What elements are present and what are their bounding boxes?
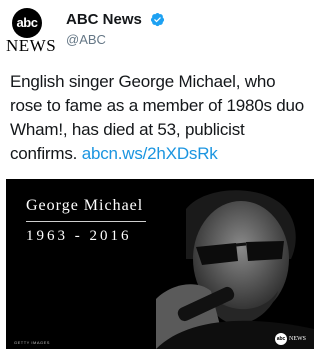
memorial-caption: George Michael 1963 - 2016: [26, 197, 146, 245]
photo-credit: GETTY IMAGES: [14, 340, 50, 345]
caption-divider: [26, 221, 146, 222]
caption-years: 1963 - 2016: [26, 228, 132, 244]
handle[interactable]: @ABC: [66, 32, 165, 47]
avatar-wordmark: NEWS: [6, 36, 57, 55]
avatar[interactable]: abc NEWS: [6, 8, 56, 55]
abc-logo-icon: abc: [12, 8, 42, 38]
verified-badge-icon: [151, 13, 165, 27]
display-name[interactable]: ABC News: [66, 11, 142, 28]
abc-news-watermark: abc NEWS: [275, 333, 306, 345]
account-names: ABC News @ABC: [66, 11, 165, 47]
tweet-text: English singer George Michael, who rose …: [10, 70, 310, 166]
tweet-header: abc NEWS ABC News @ABC: [6, 8, 314, 55]
tweet-media-image[interactable]: George Michael 1963 - 2016 GETTY IMAGES …: [6, 179, 314, 349]
watermark-text: NEWS: [289, 336, 306, 342]
tweet-link[interactable]: abcn.ws/2hXDsRk: [82, 144, 218, 163]
caption-name: George Michael: [26, 197, 144, 214]
abc-logo-icon: abc: [275, 333, 287, 345]
